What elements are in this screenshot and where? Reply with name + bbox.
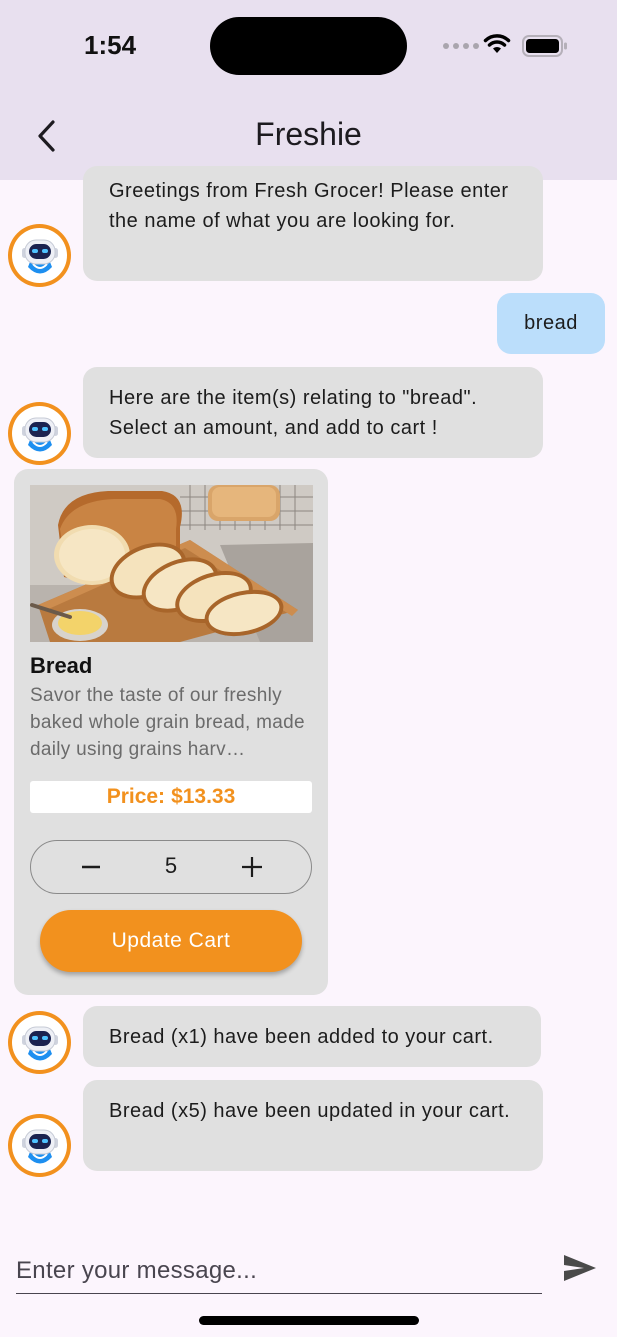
bot-message: Here are the item(s) relating to "bread"… — [83, 367, 543, 458]
message-text: Bread (x5) have been updated in your car… — [109, 1100, 511, 1122]
signal-icon — [443, 43, 479, 49]
plus-icon — [242, 857, 262, 877]
decrement-button[interactable] — [61, 841, 121, 893]
product-description: Savor the taste of our freshly baked who… — [30, 685, 305, 760]
update-cart-button[interactable]: Update Cart — [40, 910, 302, 972]
bot-avatar — [8, 224, 71, 287]
quantity-stepper: 5 — [30, 840, 312, 894]
page-title: Freshie — [255, 116, 362, 152]
message-text: Here are the item(s) relating to "bread"… — [109, 387, 478, 439]
bot-avatar — [8, 1011, 71, 1074]
status-time: 1:54 — [84, 30, 137, 60]
battery-icon — [522, 35, 568, 62]
increment-button[interactable] — [222, 841, 282, 893]
send-icon — [564, 1255, 596, 1281]
product-name: Bread — [30, 653, 93, 678]
price-value: $13.33 — [171, 785, 236, 808]
bot-message: Greetings from Fresh Grocer! Please ente… — [83, 166, 543, 281]
robot-icon — [21, 239, 58, 273]
message-text: Greetings from Fresh Grocer! Please ente… — [109, 180, 509, 232]
robot-icon — [21, 1026, 58, 1060]
user-message: bread — [497, 293, 605, 354]
price-tag: Price: $13.33 — [30, 781, 312, 813]
bot-avatar — [8, 402, 71, 465]
wifi-icon — [483, 33, 511, 60]
message-input[interactable] — [16, 1248, 542, 1294]
quantity-value: 5 — [164, 853, 178, 878]
send-button[interactable] — [560, 1250, 600, 1286]
product-card: Bread Savor the taste of our freshly bak… — [14, 469, 328, 995]
dynamic-island — [210, 17, 407, 75]
bot-message: Bread (x5) have been updated in your car… — [83, 1080, 543, 1171]
bot-avatar — [8, 1114, 71, 1177]
message-text: bread — [524, 312, 578, 334]
bot-message: Bread (x1) have been added to your cart. — [83, 1006, 541, 1067]
app-header: 1:54 Freshie — [0, 0, 617, 180]
home-indicator[interactable] — [199, 1316, 419, 1325]
product-image — [30, 485, 313, 642]
price-label: Price: — [106, 785, 166, 808]
minus-icon — [82, 865, 100, 869]
robot-icon — [21, 1129, 58, 1163]
robot-icon — [21, 417, 58, 451]
message-text: Bread (x1) have been added to your cart. — [109, 1026, 494, 1048]
